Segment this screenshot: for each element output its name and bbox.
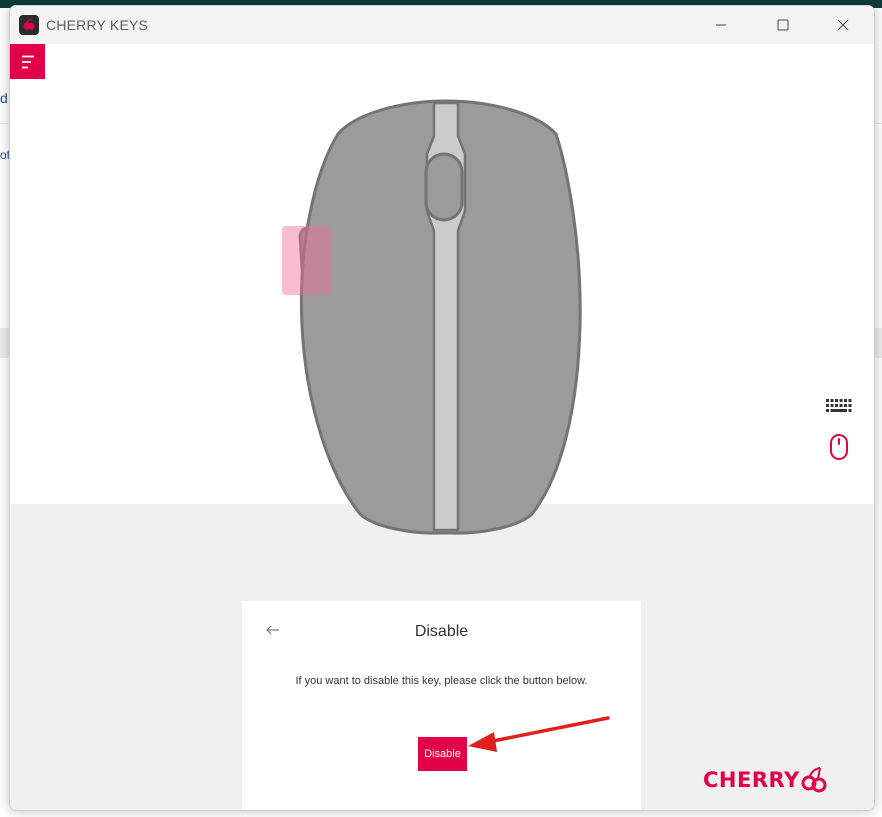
panel-title: Disable (414, 623, 469, 640)
background-text-fragment: d (0, 90, 8, 106)
cherry-brand-logo: CHERRY (703, 766, 828, 794)
menu-button[interactable] (10, 44, 45, 79)
mouse-device-button[interactable] (827, 432, 851, 462)
mouse-icon (830, 434, 848, 460)
disable-panel: Disable If you want to disable this key,… (242, 601, 641, 810)
keyboard-icon (826, 399, 852, 412)
brand-wordmark: CHERRY (703, 768, 800, 792)
hamburger-icon (21, 55, 34, 68)
cherry-logo-icon (801, 767, 827, 793)
cherry-keys-window: CHERRY KEYS Disable If you want to disab… (9, 5, 875, 811)
keyboard-device-button[interactable] (824, 396, 854, 418)
disable-button[interactable]: Disable (418, 737, 467, 771)
selected-side-key-highlight[interactable] (282, 226, 331, 295)
scroll-wheel (424, 152, 464, 222)
panel-description: If you want to disable this key, please … (295, 675, 588, 687)
